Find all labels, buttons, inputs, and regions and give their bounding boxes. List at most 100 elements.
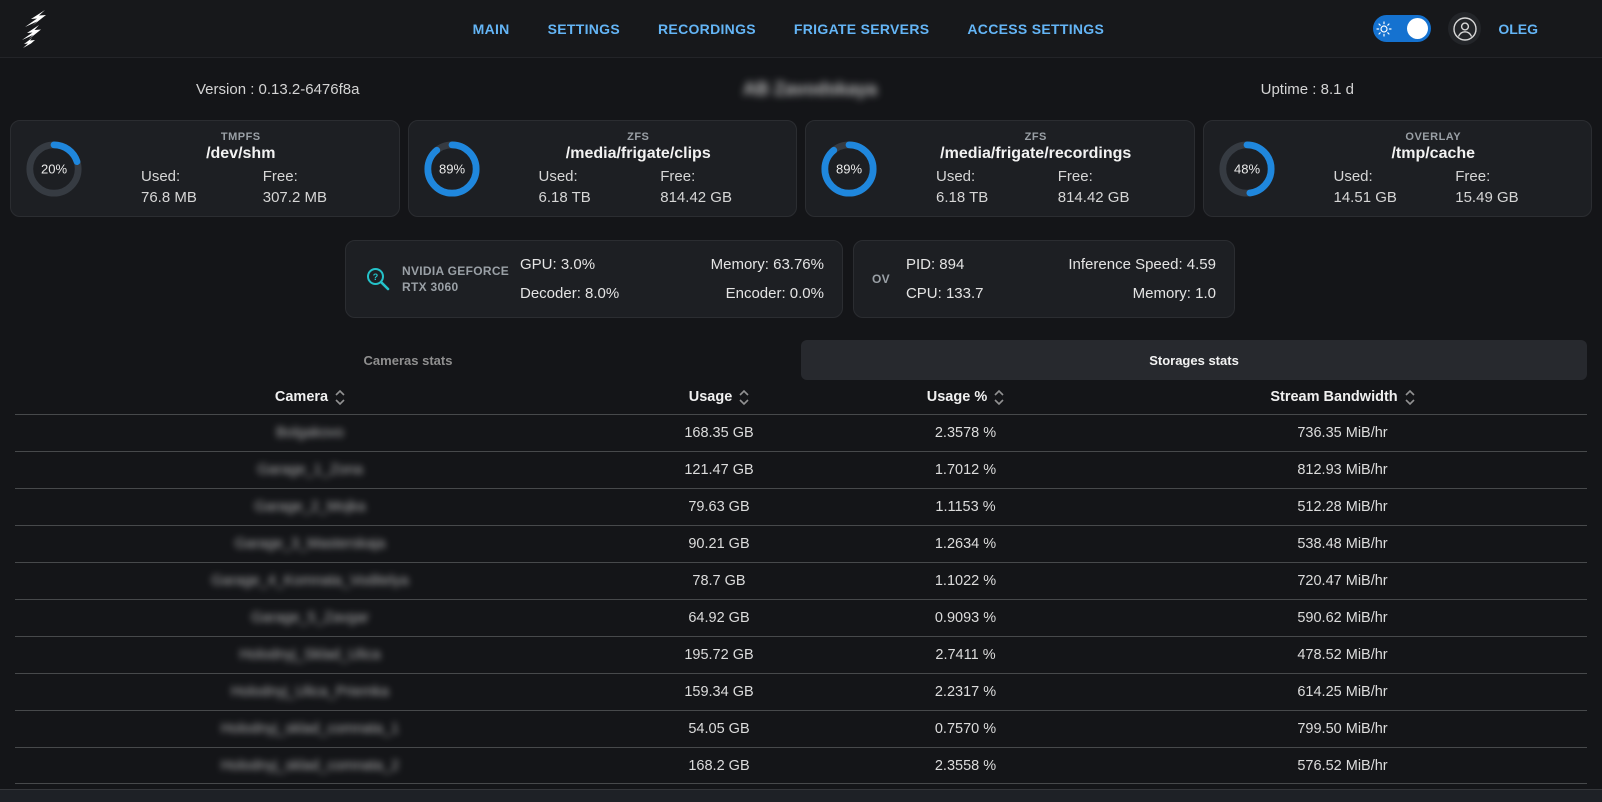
- detector-inference-speed: Inference Speed: 4.59: [1061, 252, 1216, 278]
- frigate-logo[interactable]: [14, 6, 60, 52]
- column-header-camera[interactable]: Camera: [15, 389, 605, 406]
- nav-item-recordings[interactable]: RECORDINGS: [658, 21, 756, 37]
- storage-type: TMPFS: [97, 131, 385, 143]
- storage-card-tmp-cache: 48% OVERLAY /tmp/cache Used: Free: 14.51…: [1203, 120, 1593, 217]
- camera-name-redacted: Garage_3_Masterskaja: [235, 536, 386, 552]
- nav-item-main[interactable]: MAIN: [473, 21, 510, 37]
- used-value: 76.8 MB: [141, 189, 263, 206]
- storage-card-clips: 89% ZFS /media/frigate/clips Used: Free:…: [408, 120, 798, 217]
- usage-donut: 20%: [25, 140, 83, 198]
- camera-name-redacted: Garage_5_Zavgar: [251, 610, 369, 626]
- gpu-search-icon: ?: [364, 265, 392, 293]
- storage-path: /tmp/cache: [1290, 145, 1578, 163]
- camera-stats-table: Bolgakovo 168.35 GB 2.3578 % 736.35 MiB/…: [0, 414, 1602, 784]
- theme-toggle[interactable]: [1373, 15, 1431, 42]
- nav-item-settings[interactable]: SETTINGS: [548, 21, 620, 37]
- column-header-usage-percent[interactable]: Usage %: [833, 389, 1098, 406]
- username-link[interactable]: OLEG: [1498, 21, 1538, 37]
- storage-cards-row: 20% TMPFS /dev/shm Used: Free: 76.8 MB 3…: [0, 120, 1602, 217]
- free-label: Free:: [660, 168, 782, 185]
- frigate-birds-icon: [15, 7, 59, 51]
- bandwidth-value: 478.52 MiB/hr: [1098, 647, 1587, 663]
- usage-value: 79.63 GB: [605, 499, 833, 515]
- usage-value: 54.05 GB: [605, 721, 833, 737]
- svg-text:?: ?: [373, 272, 379, 282]
- used-value: 14.51 GB: [1334, 189, 1456, 206]
- usage-percent-value: 2.7411 %: [833, 647, 1098, 663]
- sort-icon: [739, 389, 749, 406]
- usage-percent-value: 2.3578 %: [833, 425, 1098, 441]
- usage-value: 168.2 GB: [605, 758, 833, 774]
- storage-card-dev-shm: 20% TMPFS /dev/shm Used: Free: 76.8 MB 3…: [10, 120, 400, 217]
- bandwidth-value: 720.47 MiB/hr: [1098, 573, 1587, 589]
- bottom-strip: [0, 789, 1602, 802]
- bandwidth-value: 538.48 MiB/hr: [1098, 536, 1587, 552]
- nav-item-access-settings[interactable]: ACCESS SETTINGS: [967, 21, 1104, 37]
- table-row: Bolgakovo 168.35 GB 2.3578 % 736.35 MiB/…: [15, 414, 1587, 451]
- person-icon: [1452, 16, 1478, 42]
- camera-name-redacted: Garage_1_Zona: [257, 462, 363, 478]
- sort-icon: [335, 389, 345, 406]
- stats-tabs: Cameras stats Storages stats: [15, 340, 1587, 380]
- table-row: Garage_2_Mojka 79.63 GB 1.1153 % 512.28 …: [15, 488, 1587, 525]
- navbar-right-group: OLEG: [1373, 12, 1538, 45]
- gpu-card: ? NVIDIA GEFORCE RTX 3060 GPU: 3.0% Deco…: [345, 240, 843, 318]
- usage-percent-value: 0.9093 %: [833, 610, 1098, 626]
- camera-name-redacted: Holodnyj_Ulica_Priemka: [231, 684, 389, 700]
- used-label: Used:: [141, 168, 263, 185]
- used-value: 6.18 TB: [539, 189, 661, 206]
- gpu-name: NVIDIA GEFORCE RTX 3060: [402, 263, 514, 295]
- usage-percent-value: 2.2317 %: [833, 684, 1098, 700]
- camera-name-redacted: Holodnyj_sklad_comnata_1: [221, 721, 399, 737]
- tab-storages-stats[interactable]: Storages stats: [801, 340, 1587, 380]
- nav-item-frigate-servers[interactable]: FRIGATE SERVERS: [794, 21, 929, 37]
- info-bar: Version : 0.13.2-6476f8a AB Zavodskaya U…: [0, 58, 1602, 120]
- usage-value: 168.35 GB: [605, 425, 833, 441]
- storage-type: ZFS: [495, 131, 783, 143]
- free-value: 814.42 GB: [660, 189, 782, 206]
- process-stats-row: ? NVIDIA GEFORCE RTX 3060 GPU: 3.0% Deco…: [345, 240, 1602, 318]
- column-header-usage[interactable]: Usage: [605, 389, 833, 406]
- storage-type: ZFS: [892, 131, 1180, 143]
- storage-card-recordings: 89% ZFS /media/frigate/recordings Used: …: [805, 120, 1195, 217]
- svg-text:89%: 89%: [836, 161, 862, 176]
- svg-text:48%: 48%: [1233, 161, 1259, 176]
- free-label: Free:: [263, 168, 385, 185]
- version-text: Version : 0.13.2-6476f8a: [196, 81, 359, 98]
- used-label: Used:: [936, 168, 1058, 185]
- table-header: Camera Usage Usage % Stream Bandwidth: [15, 380, 1587, 414]
- detector-pid: PID: 894: [906, 252, 1061, 278]
- used-label: Used:: [539, 168, 661, 185]
- column-header-stream-bandwidth[interactable]: Stream Bandwidth: [1098, 389, 1587, 406]
- storage-path: /dev/shm: [97, 145, 385, 163]
- top-navbar: MAIN SETTINGS RECORDINGS FRIGATE SERVERS…: [0, 0, 1602, 58]
- camera-name-redacted: Holodnyj_Sklad_Ulica: [239, 647, 380, 663]
- user-avatar[interactable]: [1448, 12, 1481, 45]
- usage-percent-value: 1.1153 %: [833, 499, 1098, 515]
- table-row: Garage_1_Zona 121.47 GB 1.7012 % 812.93 …: [15, 451, 1587, 488]
- sort-icon: [994, 389, 1004, 406]
- main-menu: MAIN SETTINGS RECORDINGS FRIGATE SERVERS…: [473, 0, 1105, 58]
- usage-percent-value: 0.7570 %: [833, 721, 1098, 737]
- usage-donut: 48%: [1218, 140, 1276, 198]
- usage-value: 90.21 GB: [605, 536, 833, 552]
- camera-name-redacted: Garage_2_Mojka: [254, 499, 365, 515]
- toggle-knob: [1407, 18, 1428, 39]
- usage-value: 121.47 GB: [605, 462, 833, 478]
- used-label: Used:: [1334, 168, 1456, 185]
- table-row: Garage_4_Komnata_Voditelya 78.7 GB 1.102…: [15, 562, 1587, 599]
- tab-cameras-stats[interactable]: Cameras stats: [15, 340, 801, 380]
- sun-icon: [1376, 21, 1392, 37]
- svg-text:20%: 20%: [41, 161, 67, 176]
- gpu-memory: Memory: 63.76%: [672, 252, 824, 278]
- bandwidth-value: 812.93 MiB/hr: [1098, 462, 1587, 478]
- usage-donut: 89%: [423, 140, 481, 198]
- usage-donut: 89%: [820, 140, 878, 198]
- server-name-redacted: AB Zavodskaya: [743, 79, 877, 100]
- table-row: Holodnyj_Ulica_Priemka 159.34 GB 2.2317 …: [15, 673, 1587, 710]
- uptime-text: Uptime : 8.1 d: [1261, 81, 1354, 98]
- usage-percent-value: 1.2634 %: [833, 536, 1098, 552]
- sort-icon: [1405, 389, 1415, 406]
- bandwidth-value: 614.25 MiB/hr: [1098, 684, 1587, 700]
- usage-value: 64.92 GB: [605, 610, 833, 626]
